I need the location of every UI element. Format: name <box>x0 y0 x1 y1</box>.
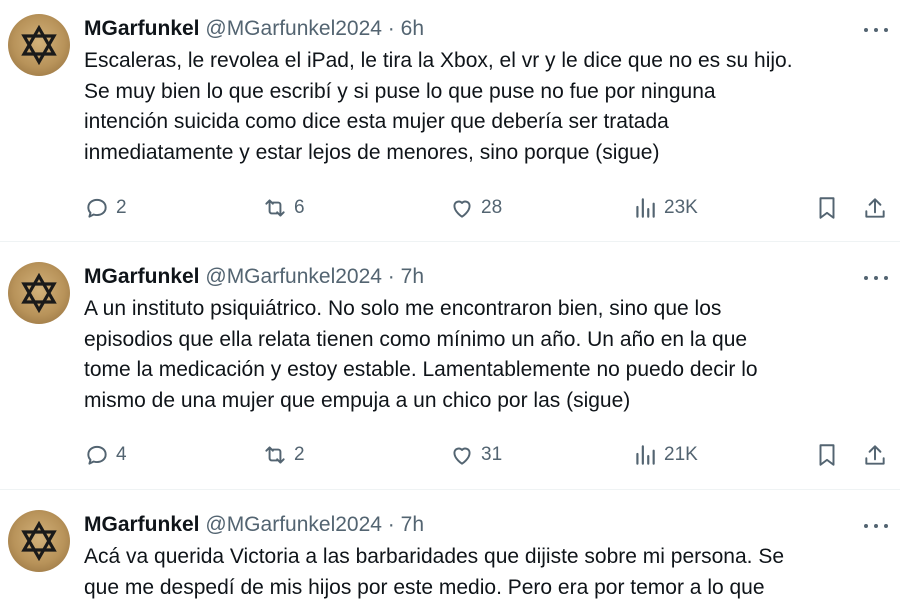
repost-icon <box>265 199 285 217</box>
star-of-david-icon <box>21 521 57 561</box>
timestamp[interactable]: 7h <box>401 265 424 288</box>
user-handle[interactable]: @MGarfunkel2024 <box>205 17 382 40</box>
share-button[interactable] <box>862 437 888 473</box>
avatar[interactable] <box>8 14 70 76</box>
repost-button[interactable]: 6 <box>262 190 305 226</box>
view-count: 21K <box>664 444 698 465</box>
tweet-text-line: Se muy bien lo que escribí y si puse lo … <box>84 79 716 103</box>
reply-icon <box>87 445 107 465</box>
avatar[interactable] <box>8 510 70 572</box>
tweet-actions: 4 2 31 21K <box>0 437 900 473</box>
tweet-text-line: que me despedí de mis hijos por este med… <box>84 575 765 599</box>
more-horizontal-icon[interactable] <box>864 22 888 38</box>
tweet-text-line: mismo de una mujer que empuja a un chico… <box>84 388 631 412</box>
bookmark-button[interactable] <box>814 190 840 226</box>
divider <box>0 241 900 242</box>
bookmark-icon <box>819 197 835 219</box>
display-name[interactable]: MGarfunkel <box>84 265 200 288</box>
tweet-header: MGarfunkel @MGarfunkel2024 · 7h <box>84 510 424 540</box>
like-button[interactable]: 28 <box>449 190 502 226</box>
repost-icon <box>265 446 285 464</box>
more-horizontal-icon[interactable] <box>864 518 888 534</box>
tweet-text-line: episodios que ella relata tienen como mí… <box>84 327 748 351</box>
reply-button[interactable]: 4 <box>84 437 127 473</box>
like-count: 28 <box>481 197 503 218</box>
reply-icon <box>87 198 107 218</box>
share-icon <box>865 198 885 218</box>
timestamp[interactable]: 6h <box>401 17 424 40</box>
more-horizontal-icon[interactable] <box>864 270 888 286</box>
view-count: 23K <box>664 197 698 218</box>
display-name[interactable]: MGarfunkel <box>84 17 200 40</box>
star-of-david-icon <box>21 273 57 313</box>
star-of-david-icon <box>21 25 57 65</box>
heart-icon <box>453 447 471 465</box>
separator: · <box>387 513 395 536</box>
tweet-text: Escaleras, le revolea el iPad, le tira l… <box>84 46 884 168</box>
views-button[interactable]: 21K <box>632 437 698 473</box>
repost-count: 6 <box>294 197 305 218</box>
timeline-feed: MGarfunkel @MGarfunkel2024 · 6h Escalera… <box>0 0 900 600</box>
display-name[interactable]: MGarfunkel <box>84 513 200 536</box>
bookmark-icon <box>819 444 835 466</box>
tweet-text-line: tome la medicación y estoy estable. Lame… <box>84 358 758 381</box>
like-button[interactable]: 31 <box>449 437 502 473</box>
share-button[interactable] <box>862 190 888 226</box>
divider <box>0 489 900 490</box>
tweet-actions: 2 6 28 23K <box>0 190 900 226</box>
separator: · <box>387 17 395 40</box>
user-handle[interactable]: @MGarfunkel2024 <box>205 513 382 536</box>
separator: · <box>387 265 395 288</box>
like-count: 31 <box>481 444 503 465</box>
views-chart-icon <box>636 445 655 465</box>
reply-count: 2 <box>116 197 127 218</box>
tweet-text-line: inmediatamente y estar lejos de menores,… <box>84 140 660 164</box>
views-button[interactable]: 23K <box>632 190 698 226</box>
reply-count: 4 <box>116 444 127 465</box>
tweet-header: MGarfunkel @MGarfunkel2024 · 6h <box>84 14 424 44</box>
avatar[interactable] <box>8 262 70 324</box>
tweet-header: MGarfunkel @MGarfunkel2024 · 7h <box>84 262 424 292</box>
bookmark-button[interactable] <box>814 437 840 473</box>
tweet-text-line: intención suicida como dice esta mujer q… <box>84 110 669 133</box>
views-chart-icon <box>636 198 655 218</box>
heart-icon <box>453 200 471 218</box>
timestamp[interactable]: 7h <box>401 513 424 536</box>
user-handle[interactable]: @MGarfunkel2024 <box>205 265 382 288</box>
reply-button[interactable]: 2 <box>84 190 127 226</box>
tweet-text-line: Escaleras, le revolea el iPad, le tira l… <box>84 49 793 72</box>
tweet-text: Acá va querida Victoria a las barbaridad… <box>84 542 884 600</box>
tweet-text: A un instituto psiquiátrico. No solo me … <box>84 294 884 416</box>
share-icon <box>865 445 885 465</box>
repost-button[interactable]: 2 <box>262 437 305 473</box>
tweet-text-line: Acá va querida Victoria a las barbaridad… <box>84 545 785 568</box>
tweet-text-line: A un instituto psiquiátrico. No solo me … <box>84 297 722 320</box>
repost-count: 2 <box>294 444 305 465</box>
